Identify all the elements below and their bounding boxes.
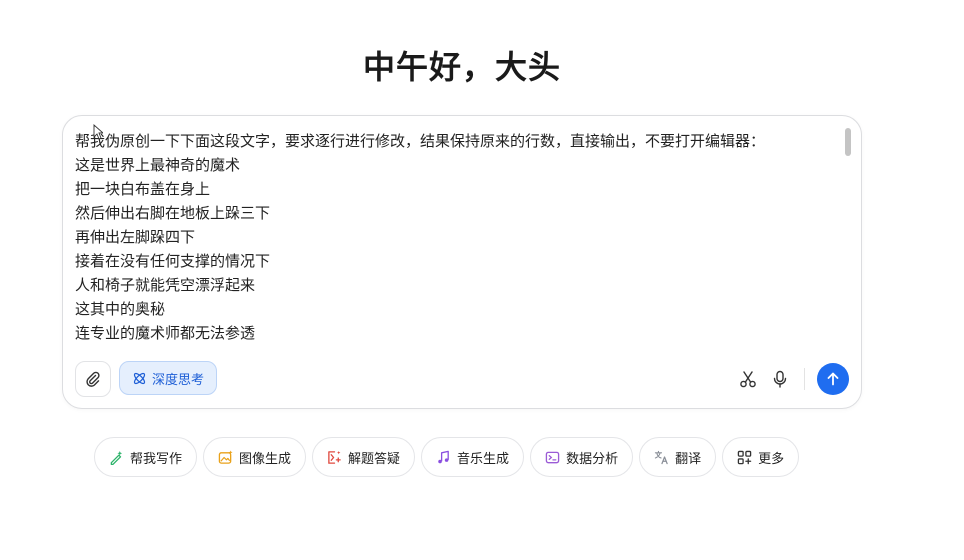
chip-label: 音乐生成 xyxy=(457,451,510,467)
textarea-scrollbar[interactable] xyxy=(845,128,851,156)
terminal-icon xyxy=(545,451,560,463)
microphone-icon[interactable] xyxy=(771,370,789,388)
deep-think-label: 深度思考 xyxy=(152,372,205,388)
prompt-line: 再伸出左脚跺四下 xyxy=(75,228,196,246)
prompt-line: 然后伸出右脚在地板上跺三下 xyxy=(75,204,271,222)
prompt-line: 帮我伪原创一下下面这段文字，要求逐行进行修改，结果保持原来的行数，直接输出，不要… xyxy=(75,132,766,150)
chip-label: 图像生成 xyxy=(239,451,292,467)
prompt-line: 人和椅子就能凭空漂浮起来 xyxy=(75,276,256,294)
greeting-title: 中午好，大头 xyxy=(362,48,561,86)
prompt-line: 这其中的奥秘 xyxy=(75,300,166,318)
arrow-up-icon xyxy=(827,372,839,386)
chip-data-analysis[interactable]: 数据分析 xyxy=(530,437,634,477)
deep-think-button[interactable]: 深度思考 xyxy=(119,361,218,395)
chip-label: 帮我写作 xyxy=(130,451,183,467)
chip-music-gen[interactable]: 音乐生成 xyxy=(421,437,525,477)
chip-label: 更多 xyxy=(758,451,785,467)
prompt-line: 接着在没有任何支撑的情况下 xyxy=(75,252,271,270)
mouse-cursor-icon xyxy=(93,124,103,140)
send-button[interactable] xyxy=(817,363,849,395)
translate-icon xyxy=(654,450,668,464)
image-sparkle-icon xyxy=(218,449,233,464)
atom-icon xyxy=(133,372,146,384)
prompt-textarea[interactable]: 帮我伪原创一下下面这段文字，要求逐行进行修改，结果保持原来的行数，直接输出，不要… xyxy=(75,129,835,349)
chip-image-gen[interactable]: 图像生成 xyxy=(203,437,307,477)
chip-more[interactable]: 更多 xyxy=(722,437,800,477)
chat-composer[interactable]: 帮我伪原创一下下面这段文字，要求逐行进行修改，结果保持原来的行数，直接输出，不要… xyxy=(62,115,862,409)
chip-label: 翻译 xyxy=(675,451,702,467)
chip-translate[interactable]: 翻译 xyxy=(639,437,717,477)
chip-label: 数据分析 xyxy=(566,451,619,467)
toolbar-divider xyxy=(804,368,805,390)
music-note-icon xyxy=(438,450,449,463)
pen-sparkle-icon xyxy=(110,450,123,465)
grid-plus-icon xyxy=(737,450,752,464)
math-icon xyxy=(328,450,341,464)
chip-writing[interactable]: 帮我写作 xyxy=(94,437,198,477)
scissors-icon[interactable] xyxy=(739,370,757,388)
quick-actions: 帮我写作 图像生成 解题答疑 音乐生成 数据分析 翻译 更多 xyxy=(94,437,800,477)
chip-problem-solving[interactable]: 解题答疑 xyxy=(312,437,416,477)
prompt-line: 连专业的魔术师都无法参透 xyxy=(75,324,256,342)
chip-label: 解题答疑 xyxy=(348,451,401,467)
page: 中午好，大头 帮我伪原创一下下面这段文字，要求逐行进行修改，结果保持原来的行数，… xyxy=(0,0,964,560)
prompt-line: 把一块白布盖在身上 xyxy=(75,180,211,198)
paperclip-icon xyxy=(86,371,100,387)
prompt-line: 这是世界上最神奇的魔术 xyxy=(75,156,241,174)
attach-button[interactable] xyxy=(75,361,111,397)
